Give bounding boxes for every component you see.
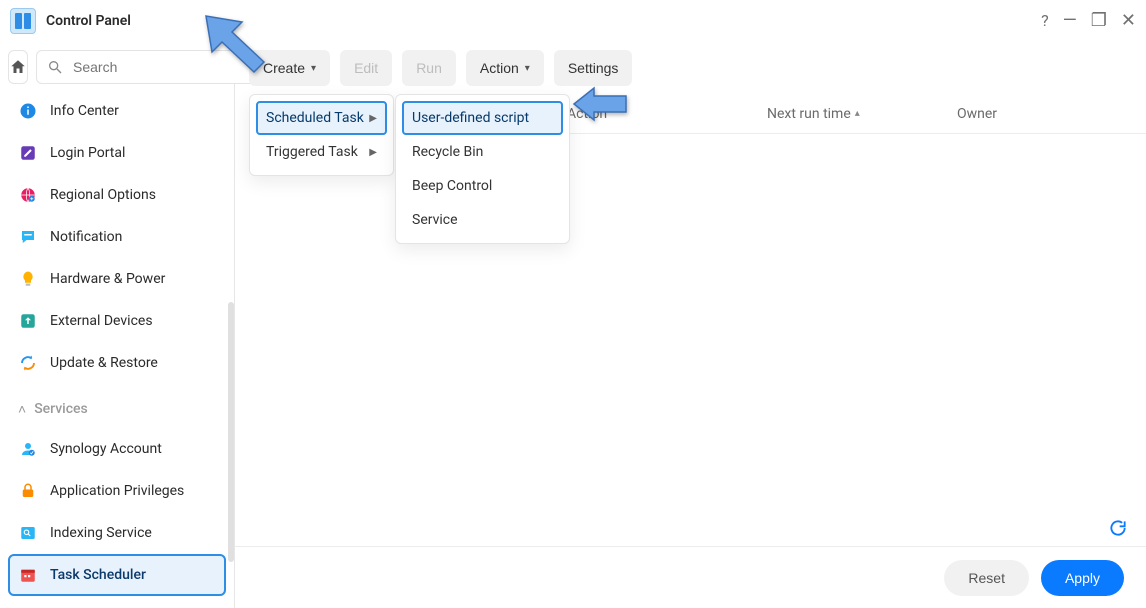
index-icon [18,523,38,543]
action-button-label: Action [480,60,519,76]
sidebar-item-label: Hardware & Power [50,271,165,287]
sidebar-item-notification[interactable]: Notification [8,216,226,258]
sidebar-item-label: Application Privileges [50,483,184,499]
refresh-button[interactable] [1108,518,1128,538]
globe-icon [18,185,38,205]
menu-scheduled-task[interactable]: Scheduled Task ▶ [256,101,387,135]
home-button[interactable] [8,50,28,84]
settings-button-label: Settings [568,60,619,76]
nav-list-general: Info Center Login Portal Regional Option… [8,90,226,384]
menu-item-label: Scheduled Task [266,110,364,126]
sidebar-item-update-restore[interactable]: Update & Restore [8,342,226,384]
home-icon [9,58,27,76]
sidebar-item-label: Synology Account [50,441,162,457]
lock-icon [18,481,38,501]
sidebar-item-label: Notification [50,229,122,245]
sidebar-item-application-privileges[interactable]: Application Privileges [8,470,226,512]
sidebar-item-info-center[interactable]: Info Center [8,90,226,132]
chat-icon [18,227,38,247]
create-dropdown: Scheduled Task ▶ Triggered Task ▶ [249,94,394,176]
sidebar-item-login-portal[interactable]: Login Portal [8,132,226,174]
window-title: Control Panel [46,13,131,29]
sort-asc-icon: ▴ [855,108,860,119]
search-icon [47,59,63,75]
settings-button[interactable]: Settings [554,50,633,86]
chevron-up-icon: ˄ [18,401,26,418]
action-button[interactable]: Action ▾ [466,50,544,86]
account-icon [18,439,38,459]
chevron-right-icon: ▶ [369,113,377,124]
calendar-icon [18,565,38,585]
run-button: Run [402,50,456,86]
col-next-run-time[interactable]: Next run time ▴ [755,106,945,122]
annotation-arrow-user-defined [570,84,630,124]
annotation-arrow-create [202,4,280,76]
menu-item-label: Triggered Task [266,144,358,160]
sync-icon [18,353,38,373]
menu-item-label: Beep Control [412,178,492,194]
sidebar-item-external-devices[interactable]: External Devices [8,300,226,342]
table-header: Action Next run time ▴ Owner [555,94,1146,134]
submenu-beep-control[interactable]: Beep Control [402,169,563,203]
footer: Reset Apply [235,546,1146,608]
menu-triggered-task[interactable]: Triggered Task ▶ [256,135,387,169]
submenu-user-defined-script[interactable]: User-defined script [402,101,563,135]
reset-button[interactable]: Reset [944,560,1029,596]
run-button-label: Run [416,60,442,76]
sidebar-item-label: Update & Restore [50,355,158,371]
menu-item-label: User-defined script [412,110,529,126]
sidebar: Info Center Login Portal Regional Option… [0,42,235,608]
sidebar-item-label: External Devices [50,313,153,329]
sidebar-item-label: Indexing Service [50,525,152,541]
submenu-service[interactable]: Service [402,203,563,237]
sidebar-item-label: Task Scheduler [50,567,146,583]
col-owner[interactable]: Owner [945,106,1146,122]
help-button[interactable]: ? [1041,13,1049,29]
submenu-recycle-bin[interactable]: Recycle Bin [402,135,563,169]
sidebar-item-synology-account[interactable]: Synology Account [8,428,226,470]
close-button[interactable]: ✕ [1121,12,1136,30]
menu-item-label: Recycle Bin [412,144,483,160]
sidebar-item-indexing-service[interactable]: Indexing Service [8,512,226,554]
edit-button: Edit [340,50,392,86]
bulb-icon [18,269,38,289]
edit-button-label: Edit [354,60,378,76]
sidebar-item-hardware-power[interactable]: Hardware & Power [8,258,226,300]
sidebar-item-task-scheduler[interactable]: Task Scheduler [8,554,226,596]
nav-list-services: Synology Account Application Privileges … [8,428,226,596]
sidebar-item-label: Regional Options [50,187,156,203]
caret-down-icon: ▾ [311,63,316,74]
chevron-right-icon: ▶ [369,147,377,158]
section-services[interactable]: ˄ Services [8,390,226,428]
section-header-label: Services [34,401,88,417]
sidebar-item-label: Info Center [50,103,119,119]
menu-item-label: Service [412,212,458,228]
sidebar-item-regional-options[interactable]: Regional Options [8,174,226,216]
app-icon [10,8,36,34]
portal-icon [18,143,38,163]
sidebar-item-label: Login Portal [50,145,125,161]
minimize-button[interactable]: — [1063,12,1077,30]
info-icon [18,101,38,121]
maximize-button[interactable]: ❐ [1091,12,1107,30]
caret-down-icon: ▾ [525,63,530,74]
apply-button[interactable]: Apply [1041,560,1124,596]
upload-icon [18,311,38,331]
main-pane: Create ▾ Edit Run Action ▾ Settings [235,42,1146,608]
refresh-icon [1108,518,1128,538]
sidebar-scrollbar[interactable] [228,302,234,562]
scheduled-task-submenu: User-defined script Recycle Bin Beep Con… [395,94,570,244]
